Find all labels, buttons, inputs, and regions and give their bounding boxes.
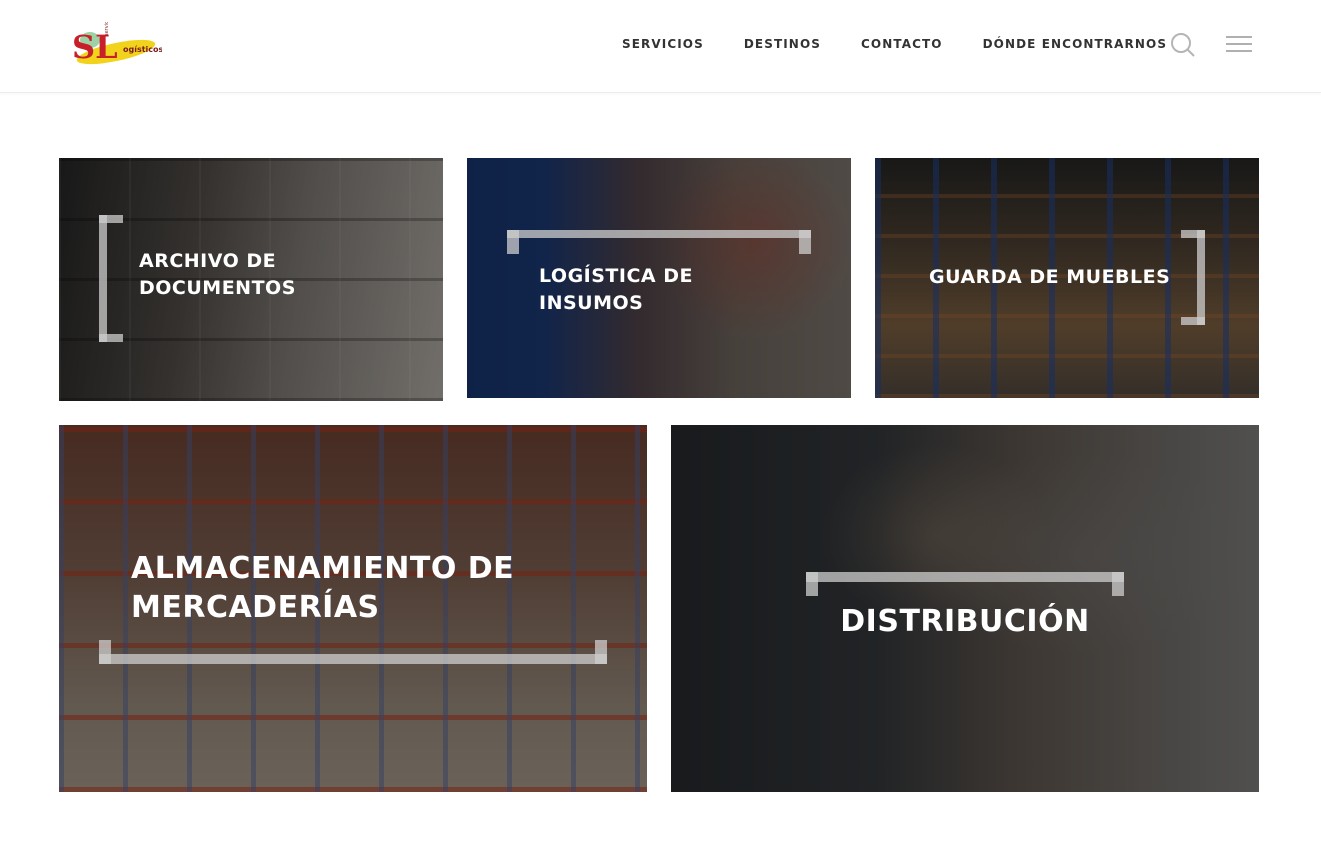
logo-sub-text: ogísticos [123, 45, 162, 54]
logo-main-text: SL [72, 28, 118, 66]
bracket-top [806, 572, 1124, 582]
tile-title: DISTRIBUCIÓN [671, 601, 1259, 643]
nav-destinos[interactable]: DESTINOS [744, 37, 821, 51]
site-header: SL ogísticos servicios SERVICIOS DESTINO… [0, 0, 1321, 93]
tile-title-line: ARCHIVO DE [139, 250, 277, 272]
nav-donde-encontrarnos[interactable]: DÓNDE ENCONTRARNOS [983, 37, 1167, 51]
main-nav: SERVICIOS DESTINOS CONTACTO DÓNDE ENCONT… [622, 37, 1167, 51]
hamburger-menu-icon[interactable] [1226, 36, 1252, 54]
tile-title-line: LOGÍSTICA DE [539, 265, 693, 287]
logo-small-text: servicios [104, 22, 110, 36]
tile-guarda-de-muebles[interactable]: GUARDA DE MUEBLES [875, 158, 1259, 398]
nav-contacto[interactable]: CONTACTO [861, 37, 943, 51]
tile-title: ARCHIVO DE DOCUMENTOS [139, 248, 296, 301]
tile-logistica-de-insumos[interactable]: LOGÍSTICA DE INSUMOS [467, 158, 851, 398]
bracket-left [99, 215, 107, 342]
tile-title: LOGÍSTICA DE INSUMOS [539, 263, 693, 316]
tile-title-line: ALMACENAMIENTO DE [131, 551, 515, 586]
site-logo[interactable]: SL ogísticos servicios [70, 14, 164, 72]
tile-distribucion[interactable]: DISTRIBUCIÓN [671, 425, 1259, 792]
tile-title-line: MERCADERÍAS [131, 590, 380, 625]
tile-title-line: INSUMOS [539, 291, 644, 314]
bracket-top [507, 230, 811, 238]
tile-almacenamiento-de-mercaderias[interactable]: ALMACENAMIENTO DE MERCADERÍAS [59, 425, 647, 792]
tile-title-line: DISTRIBUCIÓN [840, 604, 1090, 639]
tile-title: ALMACENAMIENTO DE MERCADERÍAS [131, 549, 514, 627]
search-icon[interactable] [1170, 32, 1196, 58]
tile-archivo-de-documentos[interactable]: ARCHIVO DE DOCUMENTOS [59, 158, 443, 401]
bracket-right [1197, 230, 1205, 325]
nav-servicios[interactable]: SERVICIOS [622, 37, 704, 51]
bracket-bottom [99, 654, 607, 664]
tile-title-line: GUARDA DE MUEBLES [929, 266, 1171, 288]
tile-title-line: DOCUMENTOS [139, 276, 296, 299]
tile-title: GUARDA DE MUEBLES [929, 264, 1170, 291]
